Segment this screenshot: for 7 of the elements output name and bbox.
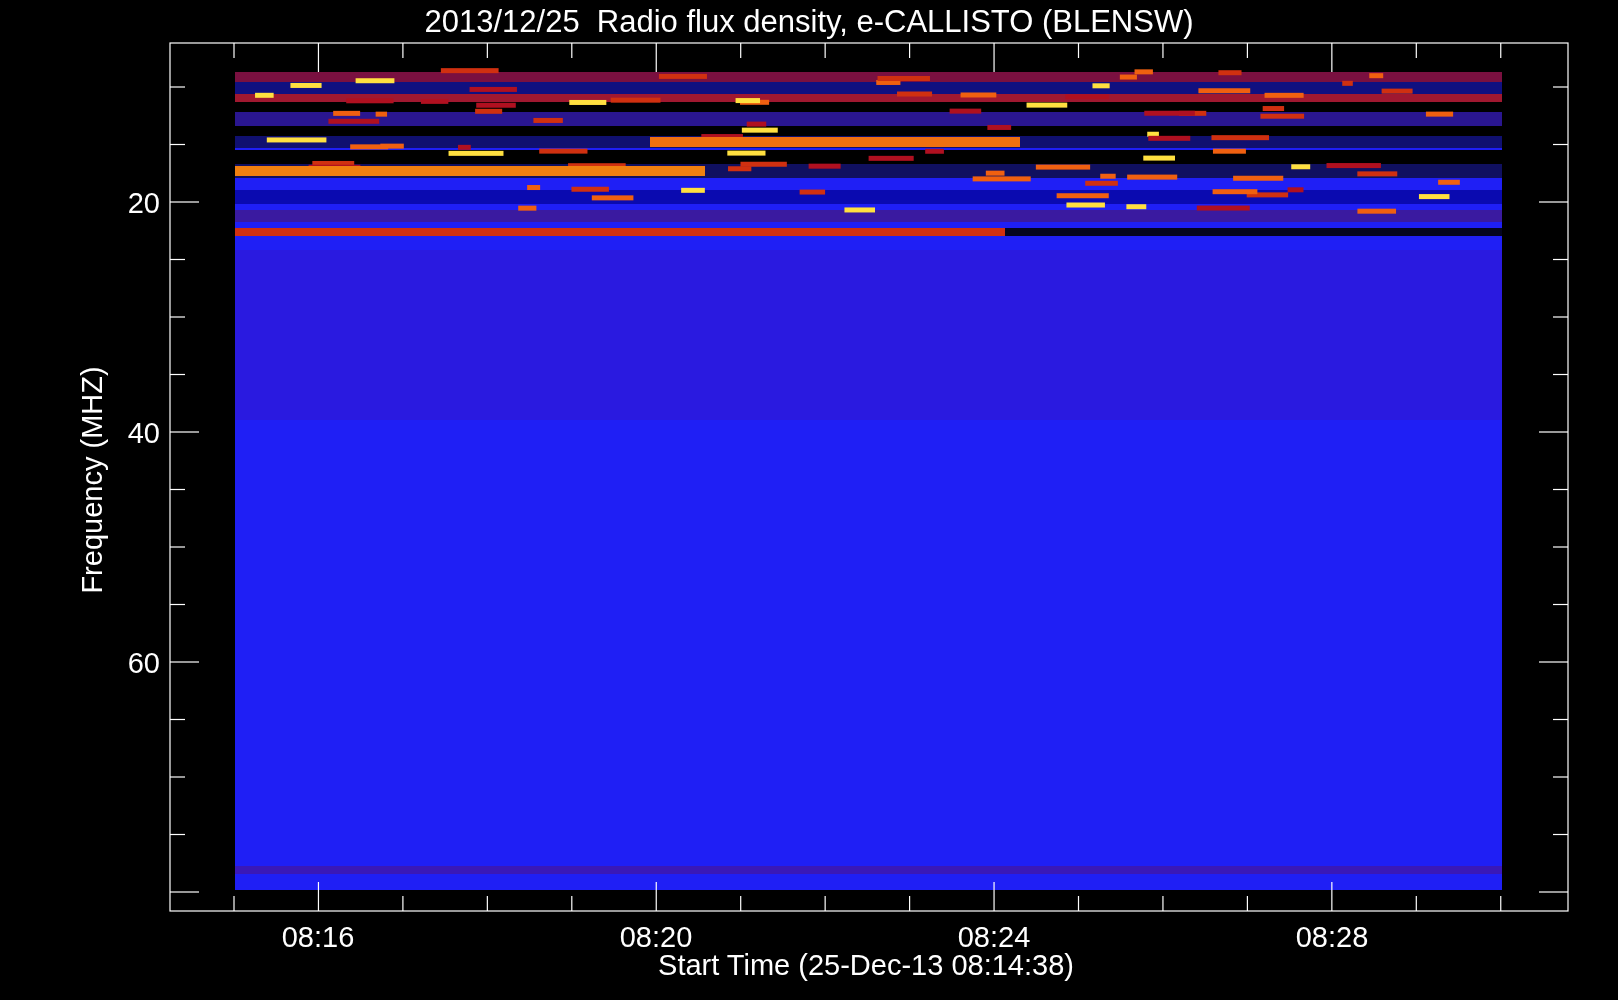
x-tick-label: 08:28	[1295, 921, 1369, 953]
chart-title: 2013/12/25 Radio flux density, e-CALLISTO (BLENSW)	[424, 4, 1194, 39]
x-tick-label: 08:16	[281, 921, 355, 953]
y-axis-label: Frequency (MHZ)	[76, 366, 108, 594]
y-tick-label: 40	[127, 417, 160, 449]
y-tick-label: 20	[127, 187, 160, 219]
y-tick-label: 60	[127, 647, 160, 679]
